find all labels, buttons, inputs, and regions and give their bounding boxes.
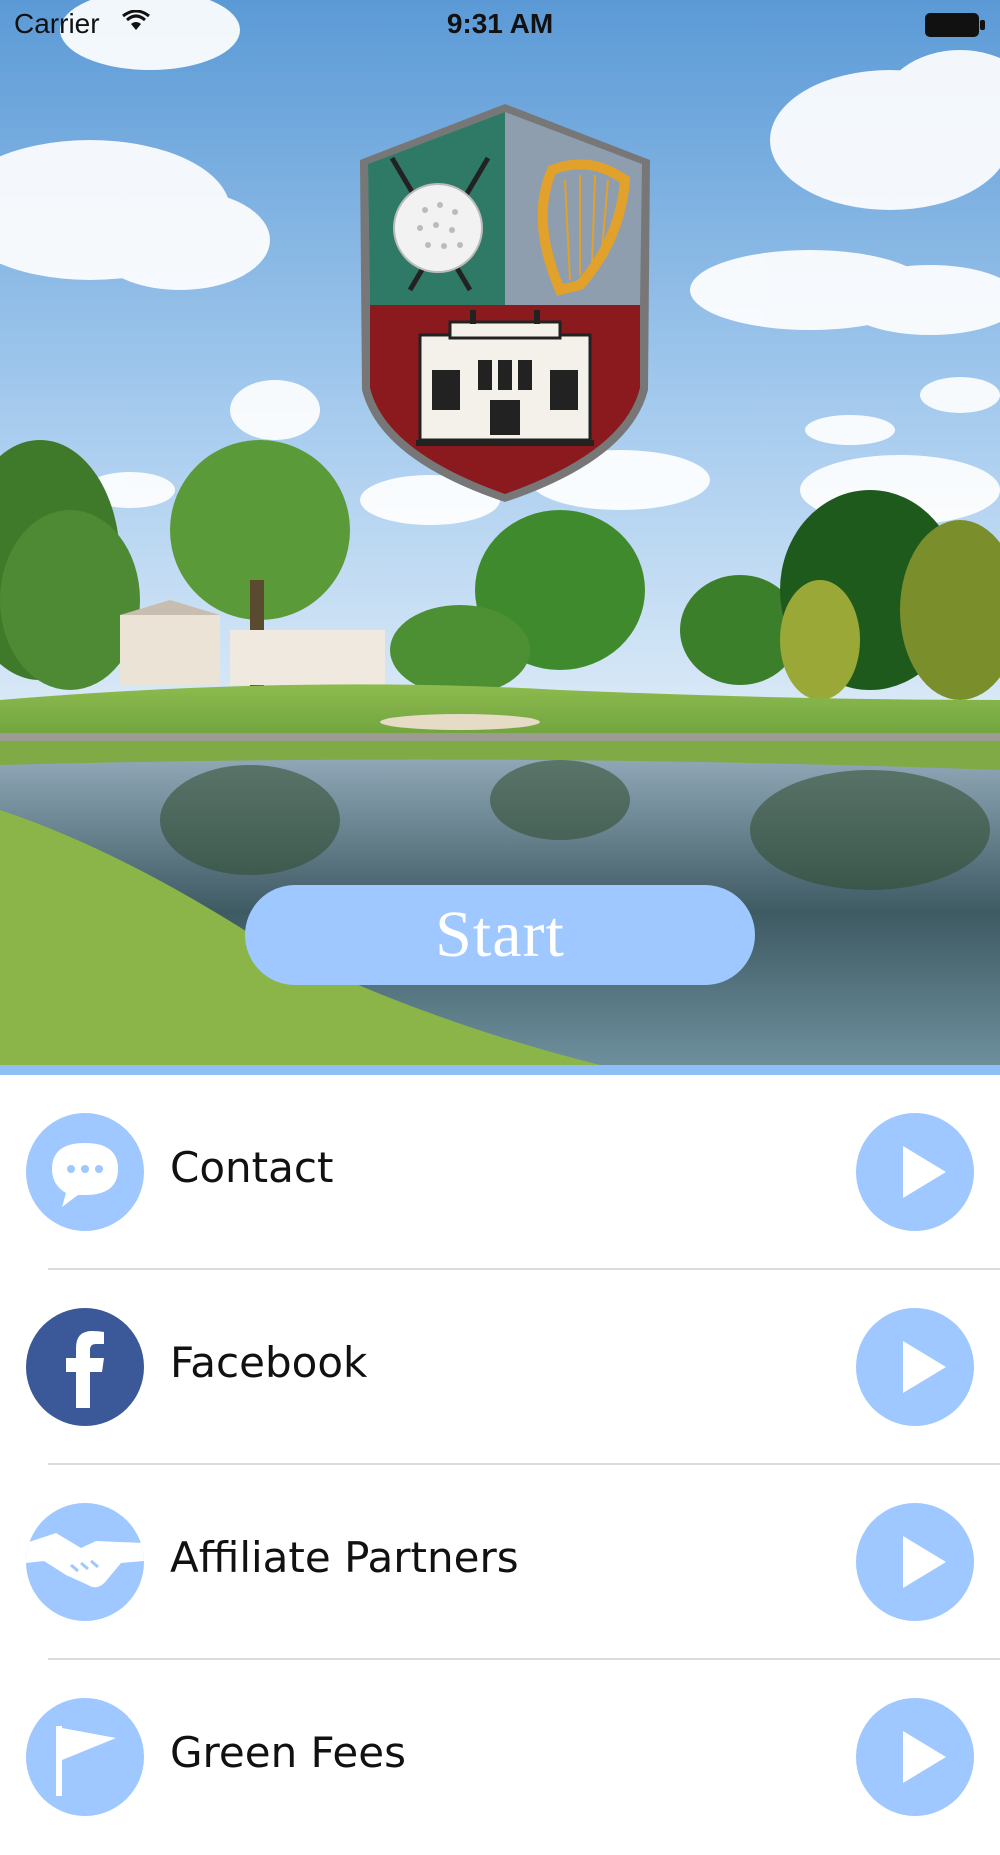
menu-item-label: Affiliate Partners (170, 1533, 519, 1582)
play-arrow-icon[interactable] (856, 1308, 974, 1426)
hero-banner: Carrier 9:31 AM Start (0, 0, 1000, 1065)
start-button[interactable]: Start (245, 885, 755, 985)
menu-item-green-fees[interactable]: Green Fees (0, 1660, 1000, 1855)
menu-item-label: Contact (170, 1143, 334, 1192)
handshake-icon (26, 1503, 144, 1621)
menu-item-affiliate-partners[interactable]: Affiliate Partners (0, 1465, 1000, 1660)
menu-item-label: Green Fees (170, 1728, 406, 1777)
club-crest-logo (360, 104, 650, 502)
battery-icon (925, 13, 985, 37)
status-bar: Carrier 9:31 AM (0, 0, 1000, 50)
menu-item-contact[interactable]: Contact (0, 1075, 1000, 1270)
menu-item-facebook[interactable]: Facebook (0, 1270, 1000, 1465)
hero-divider (0, 1065, 1000, 1075)
play-arrow-icon[interactable] (856, 1503, 974, 1621)
chat-bubble-icon (26, 1113, 144, 1231)
clock-label: 9:31 AM (446, 8, 554, 39)
flag-icon (26, 1698, 144, 1816)
menu-item-label: Facebook (170, 1338, 368, 1387)
facebook-icon (26, 1308, 144, 1426)
play-arrow-icon[interactable] (856, 1113, 974, 1231)
play-arrow-icon[interactable] (856, 1698, 974, 1816)
